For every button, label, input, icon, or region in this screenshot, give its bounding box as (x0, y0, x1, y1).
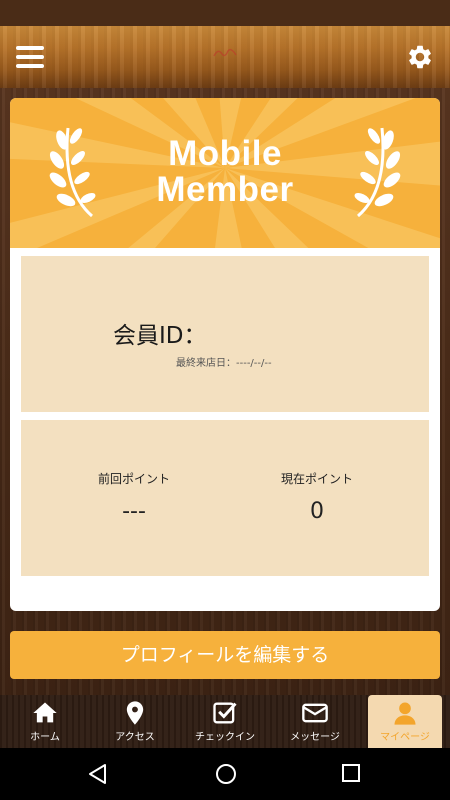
tab-mypage-label: マイページ (380, 732, 430, 743)
home-icon (33, 702, 57, 723)
app-header (0, 26, 450, 88)
previous-points-value: --- (122, 499, 146, 524)
tab-checkin-label: チェックイン (195, 732, 255, 743)
system-navigation-bar (0, 748, 450, 800)
current-points: 現在ポイント 0 (242, 470, 392, 524)
previous-points: 前回ポイント --- (59, 470, 209, 524)
member-id-label: 会員ID： (113, 323, 207, 349)
envelope-icon (302, 703, 328, 723)
tab-checkin[interactable]: チェックイン (180, 695, 270, 748)
tab-access-label: アクセス (115, 732, 155, 743)
points-panel: 前回ポイント --- 現在ポイント 0 (21, 420, 429, 576)
last-visit-value: ----/--/-- (236, 358, 272, 369)
checkbox-icon (213, 702, 237, 724)
user-icon (394, 702, 416, 725)
last-visit-date: 最終来店日：----/--/-- (176, 354, 272, 369)
current-points-label: 現在ポイント (280, 472, 353, 486)
map-pin-icon (126, 701, 144, 725)
main-content: Mobile Member 会員ID： 最終来店日：----/--/-- 前回ポ… (0, 88, 450, 695)
tab-message-label: メッセージ (290, 732, 340, 743)
tab-home[interactable]: ホーム (0, 695, 90, 748)
mobile-member-banner: Mobile Member (10, 98, 440, 248)
last-visit-label: 最終来店日： (176, 358, 236, 369)
hamburger-menu-icon[interactable] (16, 46, 44, 68)
bottom-tab-bar: ホーム アクセス チェックイン メッセージ マイページ (0, 695, 450, 748)
status-bar (0, 0, 450, 26)
member-id-panel: 会員ID： 最終来店日：----/--/-- (21, 256, 429, 412)
current-points-value: 0 (310, 499, 324, 524)
laurel-right-icon (354, 127, 401, 218)
tab-access[interactable]: アクセス (90, 695, 180, 748)
edit-profile-button[interactable]: プロフィールを編集する (10, 631, 440, 679)
back-triangle-icon[interactable] (86, 762, 110, 786)
previous-points-label: 前回ポイント (97, 472, 170, 486)
tab-mypage[interactable]: マイページ (368, 695, 442, 748)
shop-logo-icon (213, 48, 237, 57)
tab-home-label: ホーム (30, 732, 60, 743)
gear-icon[interactable] (406, 43, 434, 71)
recents-square-icon[interactable] (341, 763, 361, 783)
home-circle-icon[interactable] (214, 762, 238, 786)
member-card: Mobile Member 会員ID： 最終来店日：----/--/-- 前回ポ… (10, 98, 440, 611)
tab-message[interactable]: メッセージ (270, 695, 360, 748)
